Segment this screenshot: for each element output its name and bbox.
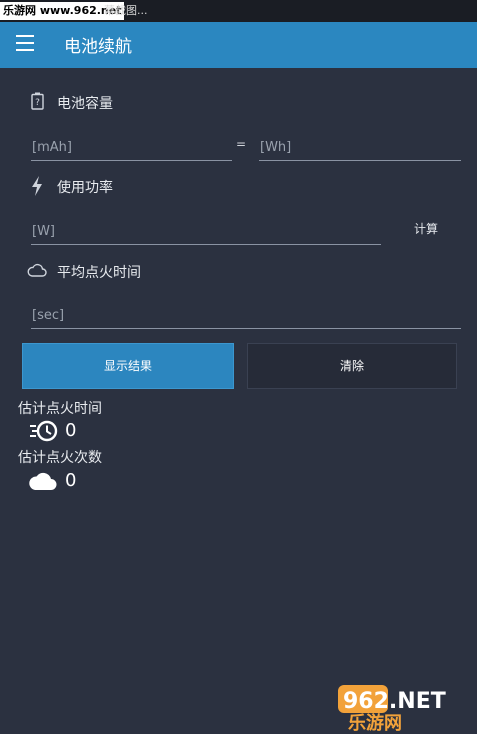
estimated-ignition-count-value: 0 (65, 470, 77, 491)
timer-icon (30, 420, 58, 442)
cloud-icon (29, 472, 57, 490)
watt-field[interactable] (31, 220, 382, 245)
seconds-input[interactable] (31, 304, 462, 327)
app-bar: 电池续航 (0, 22, 477, 68)
watermark-logo-text: 962.NET (343, 689, 446, 714)
equals-sign: = (236, 137, 247, 151)
page-title: 电池续航 (64, 37, 132, 57)
watt-input[interactable] (31, 220, 382, 243)
wh-field[interactable] (259, 136, 462, 161)
hamburger-menu-icon[interactable] (16, 35, 34, 51)
mah-input[interactable] (31, 136, 233, 159)
status-bar: 乐游网 www.962.net 幕截图... (0, 0, 477, 22)
estimated-ignition-time-label: 估计点火时间 (18, 401, 102, 417)
site-watermark-logo: 962.NET 乐游网 (338, 685, 446, 731)
mah-field[interactable] (31, 136, 233, 161)
estimated-ignition-count-label: 估计点火次数 (18, 450, 102, 466)
estimated-ignition-time-value: 0 (65, 420, 77, 441)
wh-input[interactable] (259, 136, 462, 159)
battery-icon: ? (31, 92, 44, 110)
svg-text:?: ? (35, 98, 40, 108)
calculate-button[interactable]: 计算 (402, 218, 450, 240)
show-results-button[interactable]: 显示结果 (22, 343, 234, 389)
seconds-field[interactable] (31, 304, 462, 329)
lightning-icon (32, 176, 42, 196)
clear-button[interactable]: 清除 (247, 343, 457, 389)
cloud-outline-icon (27, 263, 47, 277)
watermark-logo-subtext: 乐游网 (348, 712, 402, 731)
power-usage-label: 使用功率 (57, 180, 113, 196)
avg-ignition-time-label: 平均点火时间 (57, 265, 141, 281)
status-bar-text: 幕截图... (104, 4, 148, 17)
battery-capacity-label: 电池容量 (57, 96, 113, 112)
